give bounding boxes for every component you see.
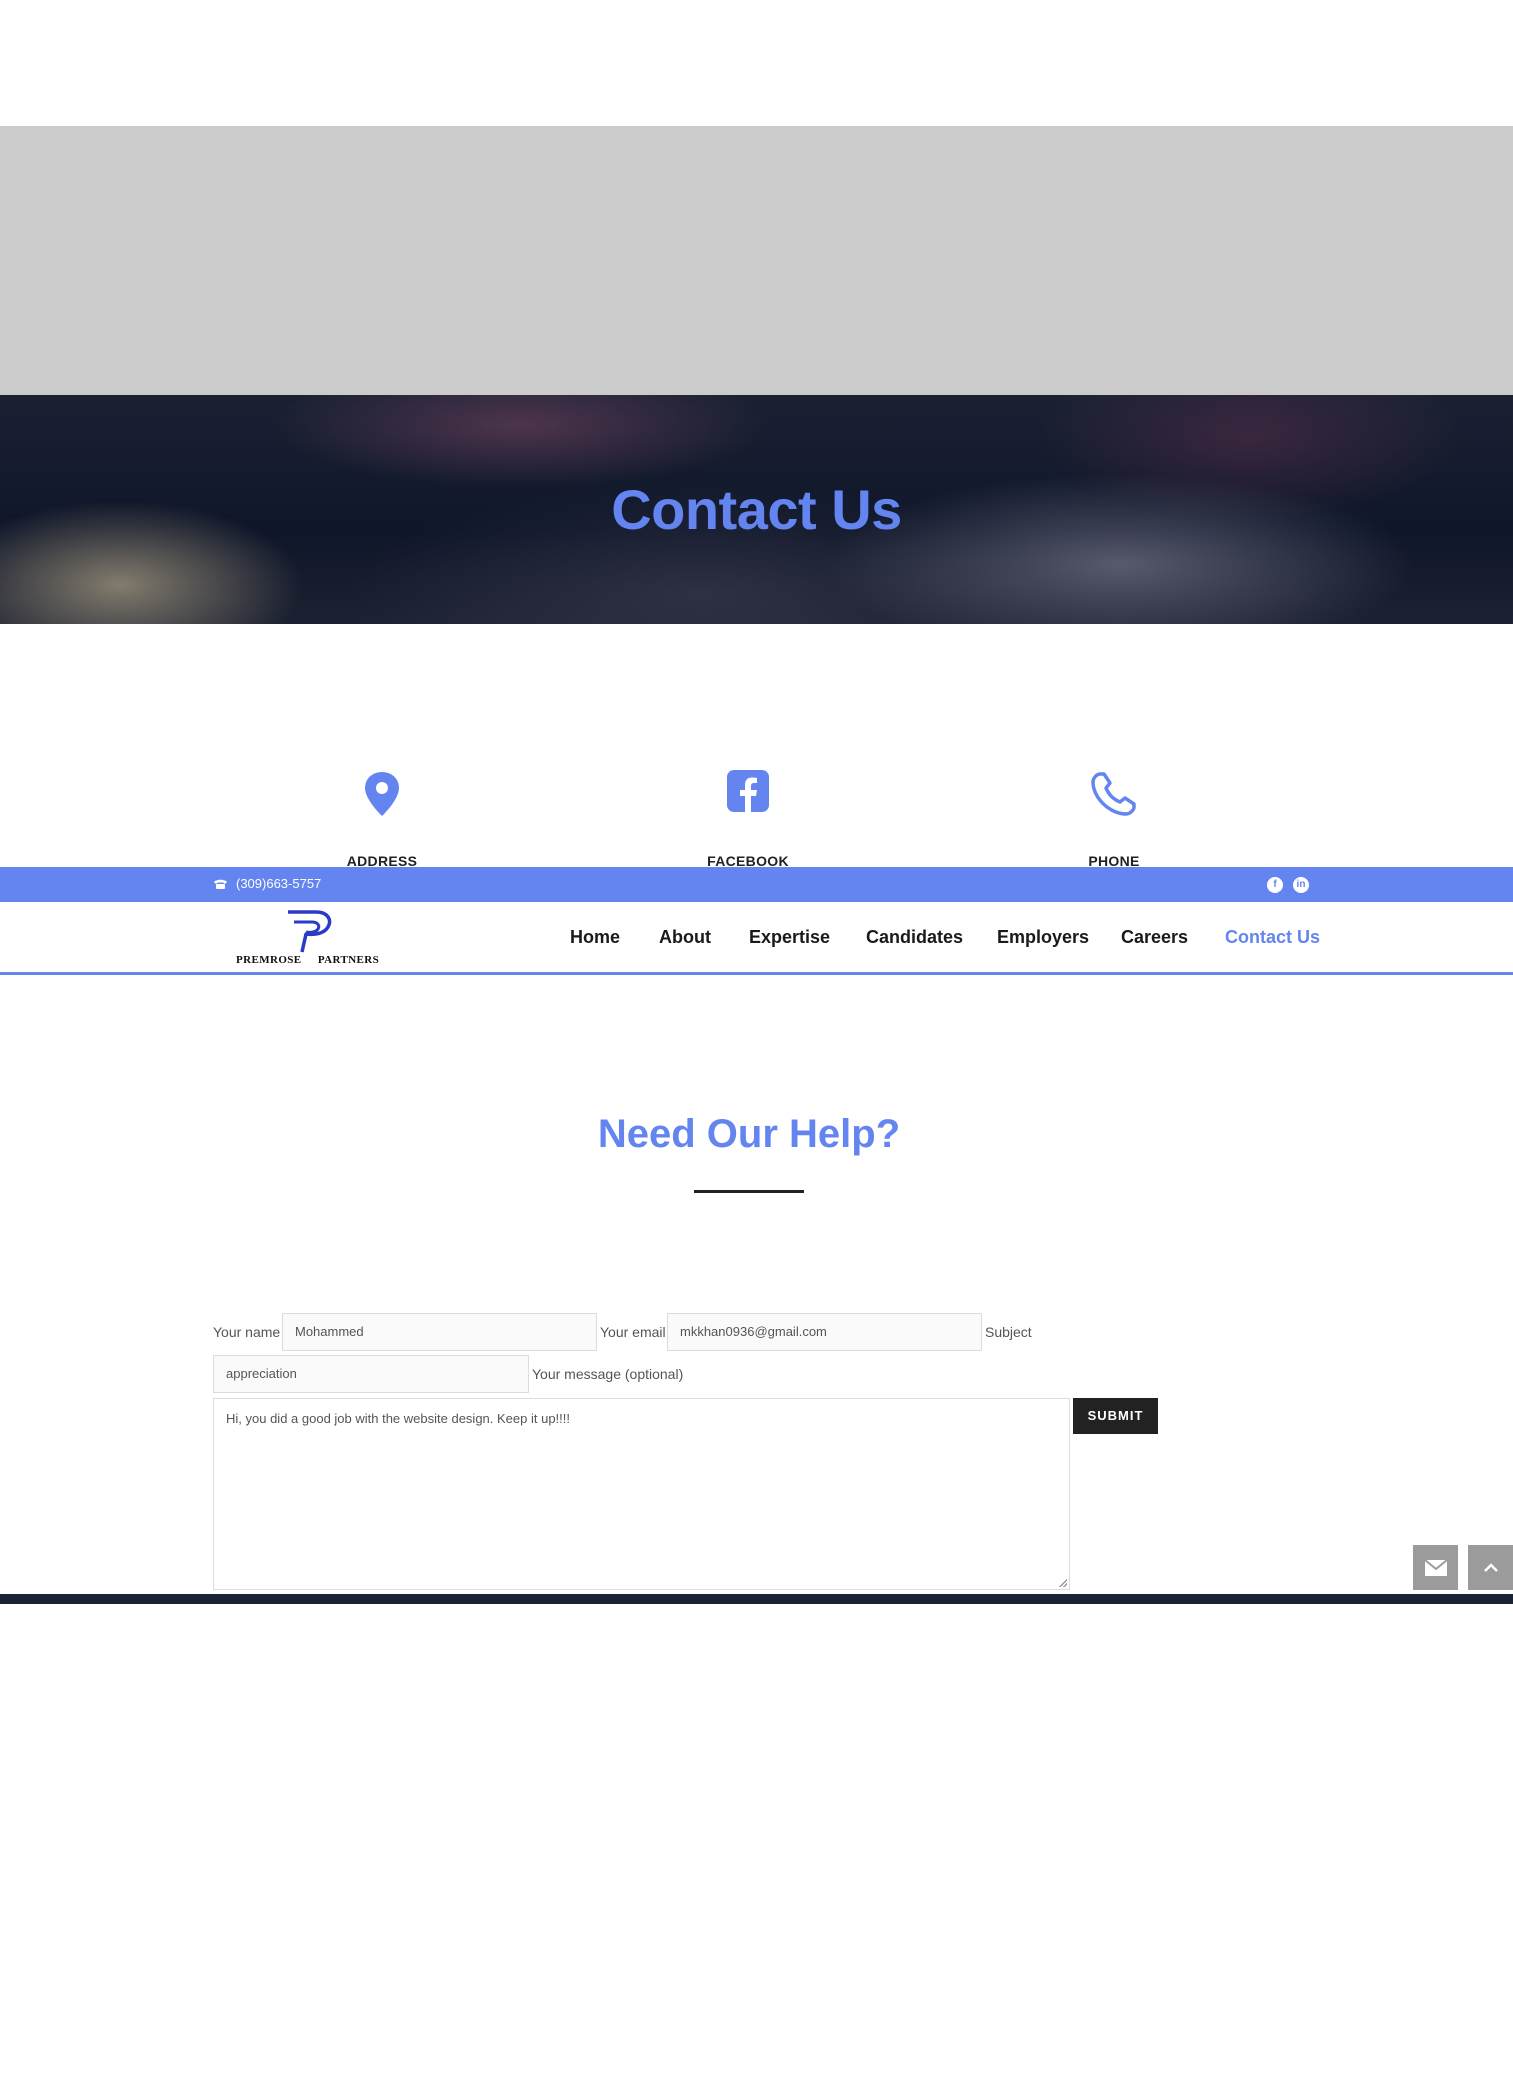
title-divider: [694, 1190, 804, 1193]
phone-icon[interactable]: [1088, 760, 1140, 822]
subject-input[interactable]: appreciation: [213, 1355, 529, 1393]
header-placeholder-band: [0, 126, 1513, 395]
facebook-icon[interactable]: [725, 760, 771, 822]
chevron-up-icon: [1483, 1563, 1498, 1572]
info-address-label: ADDRESS: [346, 853, 418, 867]
resize-handle-icon[interactable]: [1059, 1579, 1067, 1587]
nav-contact-us[interactable]: Contact Us: [1225, 927, 1320, 948]
subject-label: Subject: [985, 1324, 1032, 1340]
info-phone-label: PHONE: [1088, 853, 1140, 867]
linkedin-icon[interactable]: in: [1293, 877, 1309, 893]
brand-logo-mark: [288, 910, 332, 953]
brand-logo-text: PREMROSE PARTNERS: [236, 954, 386, 966]
email-label: Your email: [600, 1324, 666, 1340]
section-title: Need Our Help?: [597, 1112, 901, 1156]
contact-info-row: ADDRESS FACEBOOK PHONE: [0, 740, 1513, 867]
info-address: ADDRESS: [272, 760, 492, 867]
footer-bar: [0, 1594, 1513, 1604]
message-textarea[interactable]: Hi, you did a good job with the website …: [213, 1398, 1070, 1590]
message-label: Your message (optional): [532, 1366, 684, 1382]
topbar-phone-text: (309)663-5757: [236, 876, 322, 891]
scroll-to-top-button[interactable]: [1468, 1545, 1513, 1590]
name-input[interactable]: Mohammed: [282, 1313, 597, 1351]
info-facebook[interactable]: FACEBOOK: [638, 760, 858, 867]
info-phone[interactable]: PHONE: [1004, 760, 1224, 867]
nav-about[interactable]: About: [659, 927, 711, 948]
top-contact-bar: (309)663-5757 f in: [0, 867, 1513, 902]
topbar-phone[interactable]: (309)663-5757: [213, 876, 321, 891]
brand-word-left: PREMROSE: [236, 954, 302, 966]
nav-employers[interactable]: Employers: [997, 927, 1089, 948]
brand-word-right: PARTNERS: [317, 954, 380, 966]
name-label: Your name: [213, 1324, 281, 1340]
nav-careers[interactable]: Careers: [1121, 927, 1188, 948]
submit-button[interactable]: SUBMIT: [1073, 1398, 1158, 1434]
email-input[interactable]: mkkhan0936@gmail.com: [667, 1313, 982, 1351]
main-navbar: PREMROSE PARTNERS Home About Expertise C…: [0, 902, 1513, 975]
envelope-icon: [1423, 1559, 1448, 1576]
brand-logo[interactable]: PREMROSE PARTNERS: [236, 908, 386, 968]
nav-home[interactable]: Home: [570, 927, 620, 948]
page-title: Contact Us: [611, 478, 902, 541]
info-facebook-label: FACEBOOK: [707, 853, 789, 867]
message-text: Hi, you did a good job with the website …: [226, 1411, 570, 1426]
map-pin-icon: [365, 772, 399, 816]
hero-banner: Contact Us: [0, 395, 1513, 624]
nav-expertise[interactable]: Expertise: [749, 927, 830, 948]
facebook-icon[interactable]: f: [1267, 877, 1283, 893]
telephone-icon: [214, 879, 227, 889]
nav-candidates[interactable]: Candidates: [866, 927, 963, 948]
email-float-button[interactable]: [1413, 1545, 1458, 1590]
